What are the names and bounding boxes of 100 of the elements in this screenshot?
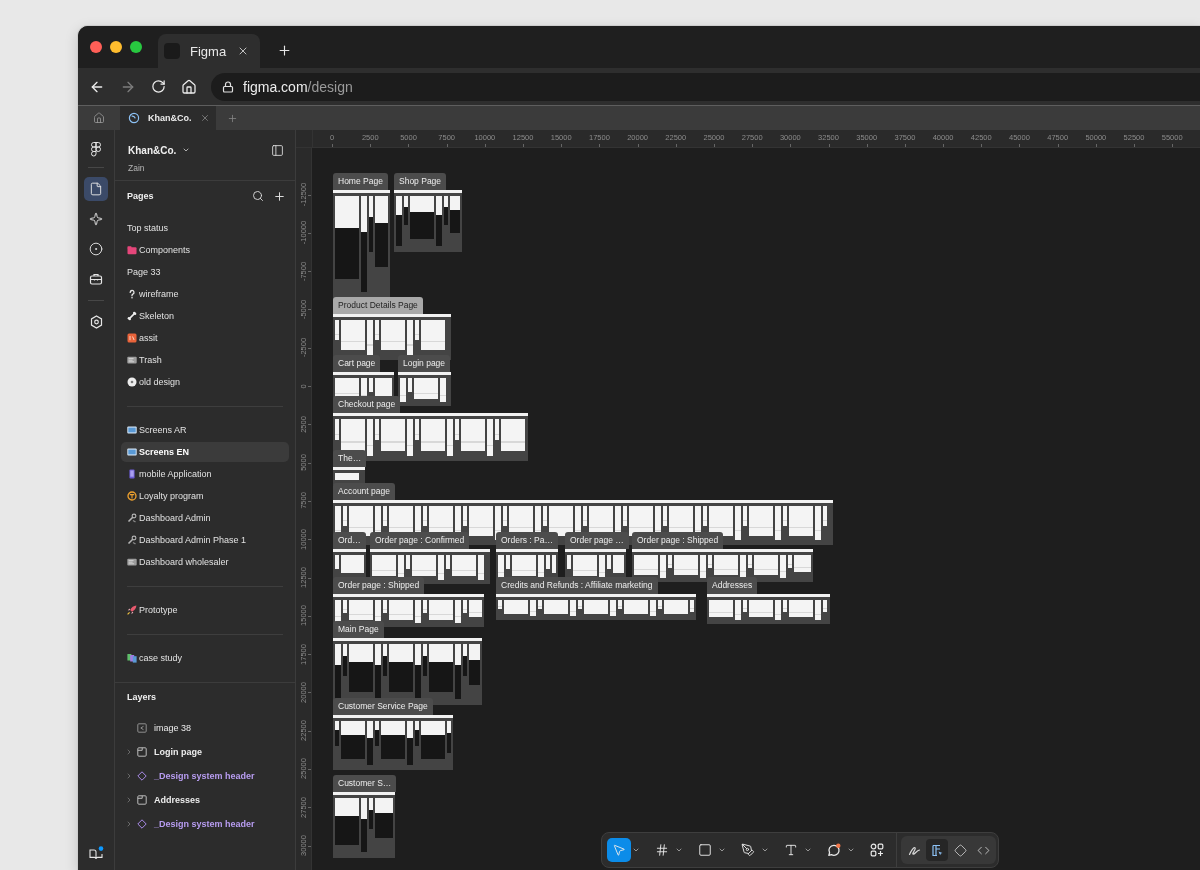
frame-thumbnail [709, 600, 733, 617]
mode-button[interactable] [926, 839, 948, 861]
frame-thumbnail [623, 506, 627, 526]
page-item[interactable]: Dashboard wholesaler [121, 552, 289, 572]
reload-button[interactable] [151, 79, 166, 94]
page-item[interactable]: Loyalty program [121, 486, 289, 506]
frame-thumbnail [815, 506, 821, 540]
screen-icon [127, 425, 137, 435]
page-item[interactable]: case study [121, 648, 289, 668]
frame-thumbnail [446, 555, 450, 569]
page-item[interactable]: Page 33 [121, 262, 289, 282]
file-tab[interactable]: Khan&Co. [120, 106, 216, 130]
page-item[interactable]: Dashboard Admin Phase 1 [121, 530, 289, 550]
frame-thumbnail [583, 506, 587, 526]
section-label: Login page [398, 355, 451, 372]
layout-icon [930, 843, 944, 857]
frame-thumbnail [469, 506, 493, 536]
frame-thumbnail [423, 506, 427, 526]
page-item[interactable]: Prototype [121, 600, 289, 620]
sidebar-toggle-button[interactable] [271, 143, 284, 157]
layer-row[interactable]: _Design system header [115, 764, 295, 788]
frame-thumbnail [447, 419, 453, 456]
add-page-button[interactable] [273, 189, 286, 203]
chevron-right-icon [125, 796, 133, 804]
page-item[interactable]: Components [121, 240, 289, 260]
frame-thumbnail [664, 600, 688, 614]
url-text: figma.com/design [243, 78, 353, 95]
layer-row[interactable]: Addresses [115, 788, 295, 812]
section-label: Order page : Shipped [632, 532, 724, 549]
section-label: Account page [333, 483, 395, 500]
caret-icon [718, 846, 726, 854]
frame-thumbnail [447, 721, 451, 753]
square-icon [698, 843, 712, 857]
tab-close-button[interactable] [237, 45, 249, 57]
frame-thumbnail [421, 320, 445, 350]
search-pages-button[interactable] [252, 190, 264, 202]
section-label: Credits and Refunds : Affiliate marketing [496, 577, 658, 594]
page-item[interactable]: Screens AR [121, 420, 289, 440]
disc-icon [127, 377, 137, 387]
frame-thumbnail [455, 600, 461, 623]
frame-thumbnail [618, 600, 622, 609]
window-close-button[interactable] [90, 41, 102, 53]
frame-thumbnail [375, 196, 388, 267]
rocket-icon [127, 605, 137, 615]
frame-thumbnail [381, 419, 405, 451]
frame-thumbnail [749, 506, 773, 536]
tool-button[interactable] [607, 838, 631, 862]
frame-thumbnail [775, 506, 781, 540]
window-maximize-button[interactable] [130, 41, 142, 53]
frame-thumbnail [407, 419, 413, 456]
page-item[interactable]: Screens EN [121, 442, 289, 462]
frame-thumbnail [463, 644, 467, 676]
diamond-icon [137, 771, 147, 781]
frame-thumbnail [440, 378, 446, 402]
page-item[interactable]: assit [121, 328, 289, 348]
page-item[interactable]: wireframe [121, 284, 289, 304]
page-item[interactable]: Trash [121, 350, 289, 370]
section-label: Shop Page [394, 173, 447, 190]
sparkle-icon [89, 212, 103, 226]
frame-thumbnail [415, 600, 421, 623]
tab-close-button[interactable] [199, 113, 210, 123]
frame-thumbnail [749, 600, 773, 617]
section-label: Product Details Page [333, 297, 423, 314]
frame-thumbnail [495, 419, 499, 440]
address-field[interactable]: figma.com/design [211, 72, 1200, 101]
new-tab-button[interactable] [277, 42, 292, 58]
page-item[interactable]: mobile Application [121, 464, 289, 484]
frame-thumbnail [578, 600, 582, 609]
layer-row[interactable]: Login page [115, 740, 295, 764]
frame-thumbnail [709, 506, 733, 536]
frame-thumbnail [335, 320, 339, 340]
frame-thumbnail [501, 419, 525, 451]
window-minimize-button[interactable] [110, 41, 122, 53]
page-item[interactable]: Dashboard Admin [121, 508, 289, 528]
card-icon [127, 557, 137, 567]
layer-row[interactable]: image 38 [115, 716, 295, 740]
frame-thumbnail [335, 419, 339, 440]
frame-thumbnail [823, 506, 827, 526]
frame-thumbnail [504, 600, 528, 614]
frame-thumbnail [748, 555, 752, 568]
home-button[interactable] [181, 78, 197, 95]
rail-tool-button[interactable] [84, 177, 108, 201]
layer-row[interactable]: _Design system header [115, 812, 295, 836]
browser-tab[interactable]: Figma [158, 34, 260, 68]
frame-thumbnail [361, 798, 367, 852]
frame-thumbnail [743, 506, 747, 526]
frame-thumbnail [412, 555, 436, 576]
page-item[interactable]: Skeleton [121, 306, 289, 326]
frame-thumbnail [708, 555, 712, 568]
book-icon [88, 846, 104, 860]
search-icon [252, 190, 264, 202]
frame-thumbnail [349, 600, 373, 620]
frame-thumbnail [546, 555, 550, 569]
page-item[interactable]: old design [121, 372, 289, 392]
page-item[interactable]: Top status [121, 218, 289, 238]
frame-thumbnail [754, 555, 778, 575]
frame-thumbnail [423, 600, 427, 613]
frame-thumbnail [789, 600, 813, 617]
frame-thumbnail [668, 555, 672, 568]
file-menu-button[interactable]: Khan&Co. [128, 144, 191, 156]
